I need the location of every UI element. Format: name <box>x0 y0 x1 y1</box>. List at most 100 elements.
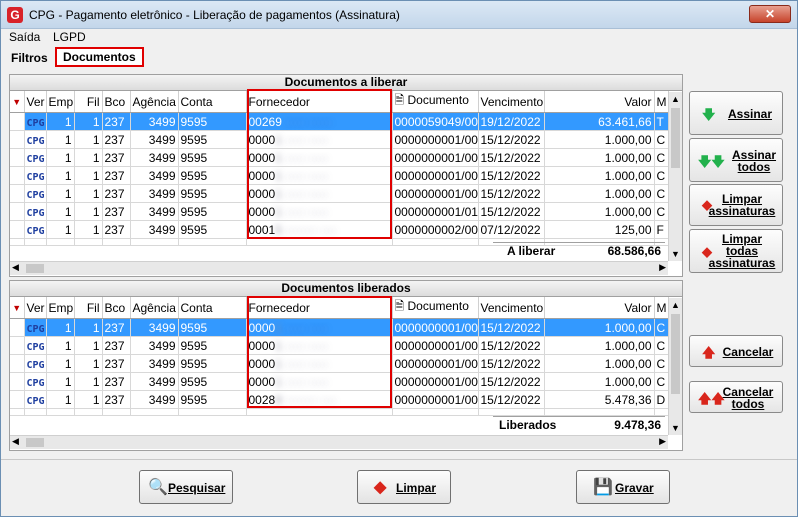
menu-lgpd[interactable]: LGPD <box>53 30 86 44</box>
col-agencia[interactable]: Agência <box>130 297 179 319</box>
col-emp[interactable]: Emp <box>46 91 75 113</box>
bottom-separator <box>1 459 797 460</box>
col-valor[interactable]: Valor <box>544 91 655 113</box>
scroll-down-icon[interactable]: ▼ <box>671 423 680 433</box>
row-indicator-icon <box>10 336 25 355</box>
cell-vencimento: 15/12/2022 <box>478 354 545 373</box>
scroll-right-icon[interactable]: ▶ <box>659 436 666 447</box>
empty-cell <box>654 408 669 416</box>
col-conta[interactable]: Conta <box>178 297 247 319</box>
cell-valor: 1.000,00 <box>544 202 655 221</box>
limpar-assinaturas-button[interactable]: ◆ Limpar assinaturas <box>689 184 783 226</box>
cell-emp: 1 <box>46 336 75 355</box>
cell-conta: 9595 <box>178 148 247 167</box>
col-conta[interactable]: Conta <box>178 91 247 113</box>
scroll-left-icon[interactable]: ◀ <box>12 436 19 447</box>
cell-ver: CPG <box>24 166 47 185</box>
cell-fil: 1 <box>74 390 103 409</box>
cell-bco: 237 <box>102 166 131 185</box>
cell-documento: 0000000001/004 <box>392 354 479 373</box>
cell-vencimento: 19/12/2022 <box>478 112 545 131</box>
tab-filtros[interactable]: Filtros <box>11 51 48 65</box>
cell-emp: 1 <box>46 202 75 221</box>
col-m[interactable]: M <box>654 297 669 319</box>
cell-agencia: 3499 <box>130 202 179 221</box>
sort-indicator-icon[interactable]: ▼ <box>10 91 25 113</box>
cancelar-button[interactable]: 🡅 Cancelar <box>689 335 783 367</box>
assinar-button[interactable]: 🡇 Assinar <box>689 91 783 135</box>
cell-emp: 1 <box>46 318 75 337</box>
col-fil[interactable]: Fil <box>74 91 103 113</box>
row-indicator-icon <box>10 354 25 373</box>
to-release-total-value: 68.586,66 <box>607 244 661 258</box>
scroll-up-icon[interactable]: ▲ <box>671 300 680 310</box>
col-vencimento[interactable]: Vencimento <box>478 91 545 113</box>
assinar-todos-label: Assinar todos <box>732 148 777 174</box>
empty-cell <box>478 408 545 416</box>
pesquisar-button[interactable]: 🔍 Pesquisar <box>139 470 233 504</box>
scroll-right-icon[interactable]: ▶ <box>659 262 666 273</box>
col-fil[interactable]: Fil <box>74 297 103 319</box>
col-ver[interactable]: Ver <box>24 297 47 319</box>
cell-fil: 1 <box>74 148 103 167</box>
col-agencia[interactable]: Agência <box>130 91 179 113</box>
empty-cell <box>392 408 479 416</box>
eraser-icon: ◆ <box>374 479 387 496</box>
empty-cell <box>392 238 479 246</box>
gravar-label: Gravar <box>615 481 654 495</box>
cell-agencia: 3499 <box>130 336 179 355</box>
scroll-left-icon[interactable]: ◀ <box>12 262 19 273</box>
released-vscroll[interactable]: ▲ ▼ <box>668 298 682 435</box>
limpar-todas-assinaturas-button[interactable]: ◆ Limpar todas assinaturas <box>689 229 783 273</box>
cancelar-todos-button[interactable]: 🡅🡅 Cancelar todos <box>689 381 783 413</box>
cell-m: C <box>654 148 669 167</box>
col-m[interactable]: M <box>654 91 669 113</box>
released-hscroll[interactable]: ◀ ▶ <box>10 435 668 449</box>
cell-agencia: 3499 <box>130 166 179 185</box>
row-indicator-icon: ▶ <box>10 112 25 131</box>
cell-fil: 1 <box>74 318 103 337</box>
cell-m: C <box>654 372 669 391</box>
sort-indicator-icon[interactable]: ▼ <box>10 297 25 319</box>
cell-vencimento: 15/12/2022 <box>478 148 545 167</box>
scroll-thumb-v[interactable] <box>671 108 680 168</box>
scroll-thumb-v[interactable] <box>671 314 680 394</box>
col-valor[interactable]: Valor <box>544 297 655 319</box>
cell-emp: 1 <box>46 166 75 185</box>
cell-m: C <box>654 336 669 355</box>
close-button[interactable]: ✕ <box>749 5 791 23</box>
tab-documentos[interactable]: Documentos <box>55 47 144 67</box>
released-total: Liberados 9.478,36 <box>493 416 665 432</box>
col-documento[interactable]: 🗎 Documento <box>392 91 479 113</box>
cell-bco: 237 <box>102 112 131 131</box>
col-vencimento[interactable]: Vencimento <box>478 297 545 319</box>
cell-bco: 237 <box>102 318 131 337</box>
menu-saida[interactable]: Saída <box>9 30 40 44</box>
scroll-down-icon[interactable]: ▼ <box>671 249 680 259</box>
cell-agencia: 3499 <box>130 220 179 239</box>
assinar-todos-button[interactable]: 🡇🡇 Assinar todos <box>689 138 783 182</box>
cell-conta: 9595 <box>178 390 247 409</box>
to-release-vscroll[interactable]: ▲ ▼ <box>668 92 682 261</box>
col-bco[interactable]: Bco <box>102 297 131 319</box>
col-emp[interactable]: Emp <box>46 297 75 319</box>
scroll-thumb[interactable] <box>26 264 44 273</box>
cell-m: F <box>654 220 669 239</box>
to-release-hscroll[interactable]: ◀ ▶ <box>10 261 668 275</box>
save-icon: 💾 <box>593 479 613 496</box>
cell-emp: 1 <box>46 354 75 373</box>
scroll-up-icon[interactable]: ▲ <box>671 94 680 104</box>
gravar-button[interactable]: 💾 Gravar <box>576 470 670 504</box>
empty-cell <box>130 408 179 416</box>
col-bco[interactable]: Bco <box>102 91 131 113</box>
cell-conta: 9595 <box>178 184 247 203</box>
col-documento[interactable]: 🗎 Documento <box>392 297 479 319</box>
cell-vencimento: 15/12/2022 <box>478 372 545 391</box>
col-ver[interactable]: Ver <box>24 91 47 113</box>
limpar-button[interactable]: ◆ Limpar <box>357 470 451 504</box>
cell-m: C <box>654 318 669 337</box>
cell-fil: 1 <box>74 220 103 239</box>
cell-conta: 9595 <box>178 318 247 337</box>
scroll-thumb[interactable] <box>26 438 44 447</box>
cell-documento: 0000000001/007 <box>392 148 479 167</box>
